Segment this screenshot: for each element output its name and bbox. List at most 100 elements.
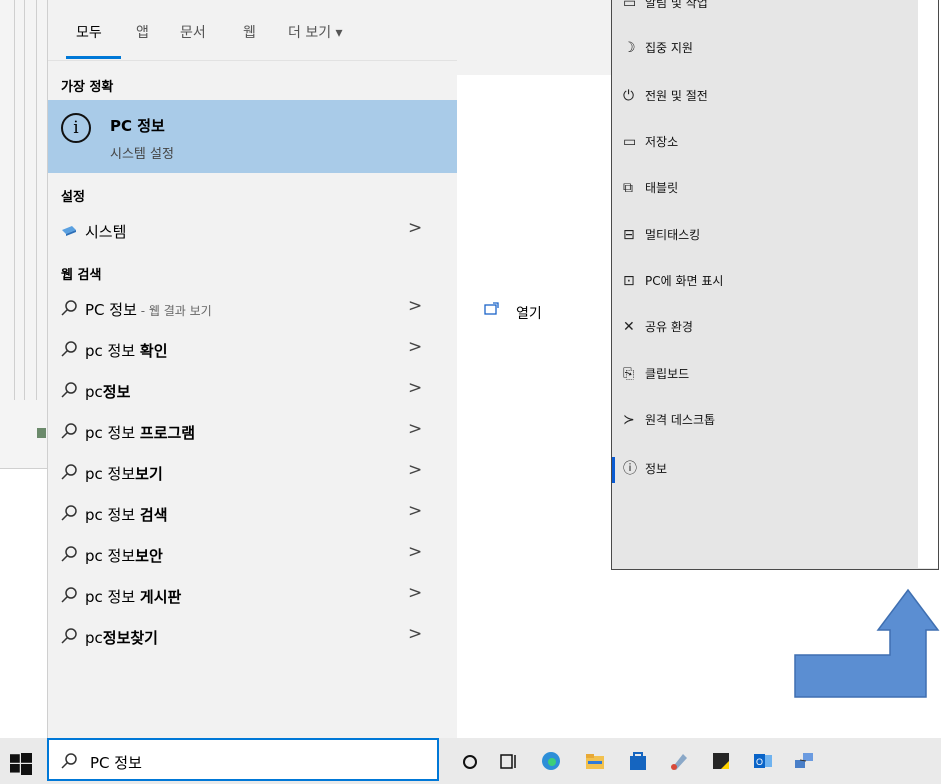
result-text: pc 정보: [85, 547, 136, 565]
settings-item-label: 저장소: [645, 135, 679, 149]
result-bold-text: 정보: [102, 383, 131, 401]
settings-item-storage[interactable]: ▭ 저장소: [623, 133, 678, 150]
web-result[interactable]: pc정보찾기 >: [48, 617, 457, 657]
tab-more[interactable]: 더 보기 ▾: [288, 22, 343, 42]
web-result[interactable]: pc 정보 프로그램 >: [48, 412, 457, 452]
result-bold-text: 정보찾기: [102, 629, 158, 647]
chevron-right-icon[interactable]: >: [408, 296, 422, 316]
tablet-icon: ⧉: [623, 180, 633, 196]
settings-header: 설정: [61, 190, 85, 205]
result-text: pc 정보: [85, 342, 140, 360]
best-match-result[interactable]: [48, 100, 457, 173]
file-explorer-icon[interactable]: [584, 750, 606, 772]
web-result[interactable]: pc 정보보안 >: [48, 535, 457, 575]
laptop-icon: [62, 226, 76, 236]
settings-item-clipboard[interactable]: ⎘ 클립보드: [623, 365, 689, 382]
settings-result-system[interactable]: 시스템 >: [48, 211, 457, 251]
web-search-header: 웹 검색: [61, 268, 102, 283]
power-icon: ⏻: [623, 88, 635, 104]
settings-item-remote-desktop[interactable]: ≻ 원격 데스크톱: [623, 411, 715, 428]
chevron-right-icon[interactable]: >: [408, 419, 422, 439]
search-icon: [61, 423, 77, 439]
search-icon: [61, 753, 77, 769]
info-icon: ⓘ: [623, 461, 637, 477]
settings-item-label: 공유 환경: [645, 320, 693, 334]
task-view-icon[interactable]: [498, 750, 520, 772]
paint-icon[interactable]: [668, 750, 690, 772]
chevron-right-icon[interactable]: >: [408, 583, 422, 603]
best-match-title: PC 정보: [110, 117, 165, 135]
settings-item-shared-experiences[interactable]: ✕ 공유 환경: [623, 318, 693, 335]
web-result[interactable]: pc 정보보기 >: [48, 453, 457, 493]
best-match-header: 가장 정확: [61, 80, 114, 95]
result-bold-text: 검색: [139, 506, 168, 524]
edge-icon[interactable]: [540, 750, 562, 772]
best-match-subtitle: 시스템 설정: [110, 147, 174, 162]
tab-apps[interactable]: 앱: [136, 22, 149, 42]
result-bold-text: 프로그램: [139, 424, 196, 442]
info-icon: i: [61, 113, 91, 143]
web-result[interactable]: PC 정보 - 웹 결과 보기 >: [48, 289, 457, 329]
settings-item-notifications[interactable]: ▭ 알림 및 작업: [623, 0, 708, 11]
settings-item-tablet[interactable]: ⧉ 태블릿: [623, 179, 678, 196]
chevron-right-icon[interactable]: >: [408, 218, 422, 238]
web-result[interactable]: pc 정보 확인 >: [48, 330, 457, 370]
web-result[interactable]: pc 정보 게시판 >: [48, 576, 457, 616]
settings-item-about[interactable]: ⓘ 정보: [623, 458, 667, 478]
storage-icon: ▭: [623, 134, 637, 150]
settings-item-power[interactable]: ⏻ 전원 및 절전: [623, 87, 708, 104]
multitasking-icon: ⊟: [623, 227, 635, 243]
flyout-edge: [918, 0, 938, 568]
window-border-line: [36, 0, 37, 400]
result-text: pc 정보: [85, 588, 140, 606]
moon-icon: ☽: [623, 40, 636, 56]
result-text: pc: [85, 629, 103, 647]
active-tab-indicator: [66, 56, 121, 59]
search-icon: [61, 382, 77, 398]
open-action-label[interactable]: 열기: [516, 303, 542, 323]
svg-text:O: O: [756, 757, 763, 767]
windows-logo-icon[interactable]: [10, 753, 32, 775]
network-icon[interactable]: [793, 750, 815, 772]
chevron-right-icon[interactable]: >: [408, 337, 422, 357]
chevron-right-icon[interactable]: >: [408, 542, 422, 562]
settings-item-label: 원격 데스크톱: [645, 413, 716, 427]
result-bold-text: 확인: [139, 342, 168, 360]
settings-item-focus-assist[interactable]: ☽ 집중 지원: [623, 39, 693, 56]
search-icon: [61, 505, 77, 521]
chevron-right-icon[interactable]: >: [408, 378, 422, 398]
outlook-icon[interactable]: O: [752, 750, 774, 772]
tab-all[interactable]: 모두: [76, 22, 102, 42]
tab-divider: [48, 60, 457, 61]
search-icon: [61, 628, 77, 644]
window-border-line: [14, 0, 15, 400]
arrow-up-icon: [794, 588, 940, 698]
sticky-notes-icon[interactable]: [710, 750, 732, 772]
result-label: 시스템: [85, 223, 127, 241]
search-input[interactable]: PC 정보: [90, 752, 142, 773]
result-text: pc 정보: [85, 465, 136, 483]
web-result[interactable]: pc정보 >: [48, 371, 457, 411]
cortana-icon[interactable]: [459, 750, 481, 772]
remote-desktop-icon: ≻: [623, 412, 635, 428]
settings-item-label: 집중 지원: [645, 41, 693, 55]
chevron-right-icon[interactable]: >: [408, 460, 422, 480]
settings-item-label: PC에 화면 표시: [645, 274, 724, 288]
notifications-icon: ▭: [623, 0, 637, 11]
search-icon: [61, 546, 77, 562]
result-text: pc 정보: [85, 424, 140, 442]
preview-card: [457, 75, 614, 738]
result-bold-text: 보안: [135, 547, 163, 565]
result-text: pc 정보: [85, 506, 140, 524]
tab-documents[interactable]: 문서: [180, 22, 206, 42]
store-icon[interactable]: [627, 750, 649, 772]
chevron-right-icon[interactable]: >: [408, 501, 422, 521]
selected-item-indicator: [612, 457, 615, 483]
settings-item-multitasking[interactable]: ⊟ 멀티태스킹: [623, 226, 700, 243]
tab-web[interactable]: 웹: [243, 22, 256, 42]
web-result[interactable]: pc 정보 검색 >: [48, 494, 457, 534]
result-text: PC 정보: [85, 301, 137, 319]
chevron-right-icon[interactable]: >: [408, 624, 422, 644]
settings-item-projecting[interactable]: ⊡ PC에 화면 표시: [623, 272, 723, 289]
search-icon: [61, 587, 77, 603]
